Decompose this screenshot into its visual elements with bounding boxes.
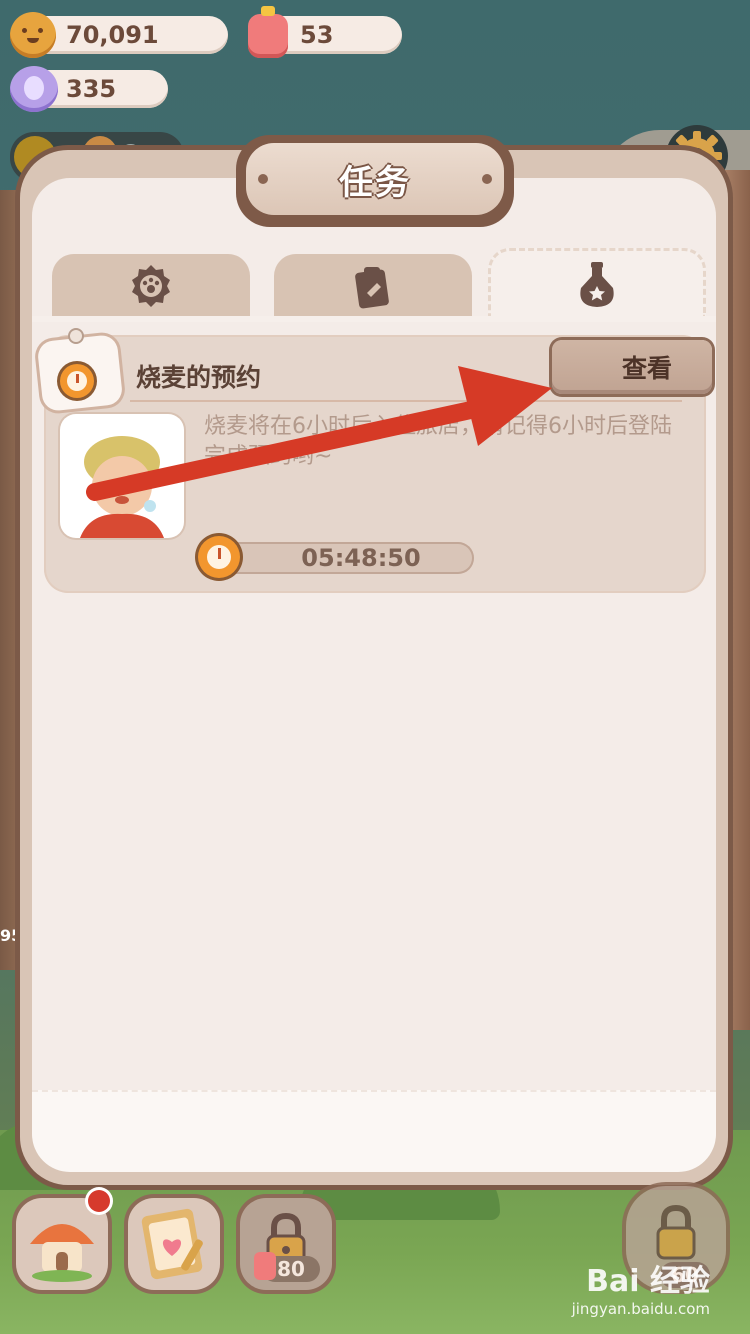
shaomai-avatar-icon	[80, 436, 164, 538]
quest-panel	[32, 178, 716, 1170]
view-button-label: 查看	[621, 354, 672, 383]
tab-achievements[interactable]	[52, 254, 250, 318]
potion-icon	[580, 261, 614, 307]
inn-button[interactable]	[16, 1198, 108, 1290]
coin-amount: 70,091	[66, 21, 159, 49]
tab-special-quests[interactable]	[488, 248, 706, 318]
notes-icon	[355, 267, 389, 309]
panel-title: 任务	[339, 162, 411, 203]
tag-pin	[70, 330, 82, 342]
diary-button[interactable]	[128, 1198, 220, 1290]
plaque-rivet	[258, 174, 268, 184]
diary-icon	[141, 1208, 203, 1280]
card-divider	[130, 400, 682, 402]
hud-edge-number: 95	[0, 926, 23, 945]
panel-footer-decoration	[32, 1090, 716, 1172]
notification-badge	[88, 1190, 110, 1212]
timer-clock-icon	[198, 536, 240, 578]
title-plaque-face: 任务	[246, 143, 504, 215]
mushroom-house-icon	[30, 1224, 94, 1282]
quest-title: 烧麦的预约	[136, 363, 262, 392]
tab-underline	[32, 316, 716, 322]
watermark-url: jingyan.baidu.com	[571, 1300, 710, 1318]
jelly-gem-icon	[254, 1252, 276, 1280]
countdown-timer: 05:48:50	[301, 544, 421, 572]
character-portrait	[60, 414, 184, 538]
crystal-candy-icon	[10, 66, 58, 112]
cookie-coin-icon	[10, 12, 56, 58]
view-button[interactable]: 查看	[552, 340, 712, 394]
baidu-jingyan-watermark: Bai 经验 jingyan.baidu.com	[572, 1256, 710, 1318]
watermark-brand: Bai 经验	[586, 1264, 710, 1299]
tab-notes[interactable]	[274, 254, 472, 318]
badge-icon	[132, 265, 170, 307]
jelly-gem-icon	[248, 6, 288, 58]
countdown-bar: 05:48:50	[208, 542, 474, 574]
plaque-rivet	[482, 174, 492, 184]
candy-amount: 335	[66, 75, 117, 103]
gem-amount: 53	[300, 21, 334, 49]
alarm-clock-icon	[60, 364, 94, 398]
quest-description: 烧麦将在6小时后入住旅店，请记得6小时后登陆完成预约哟~	[204, 414, 672, 469]
